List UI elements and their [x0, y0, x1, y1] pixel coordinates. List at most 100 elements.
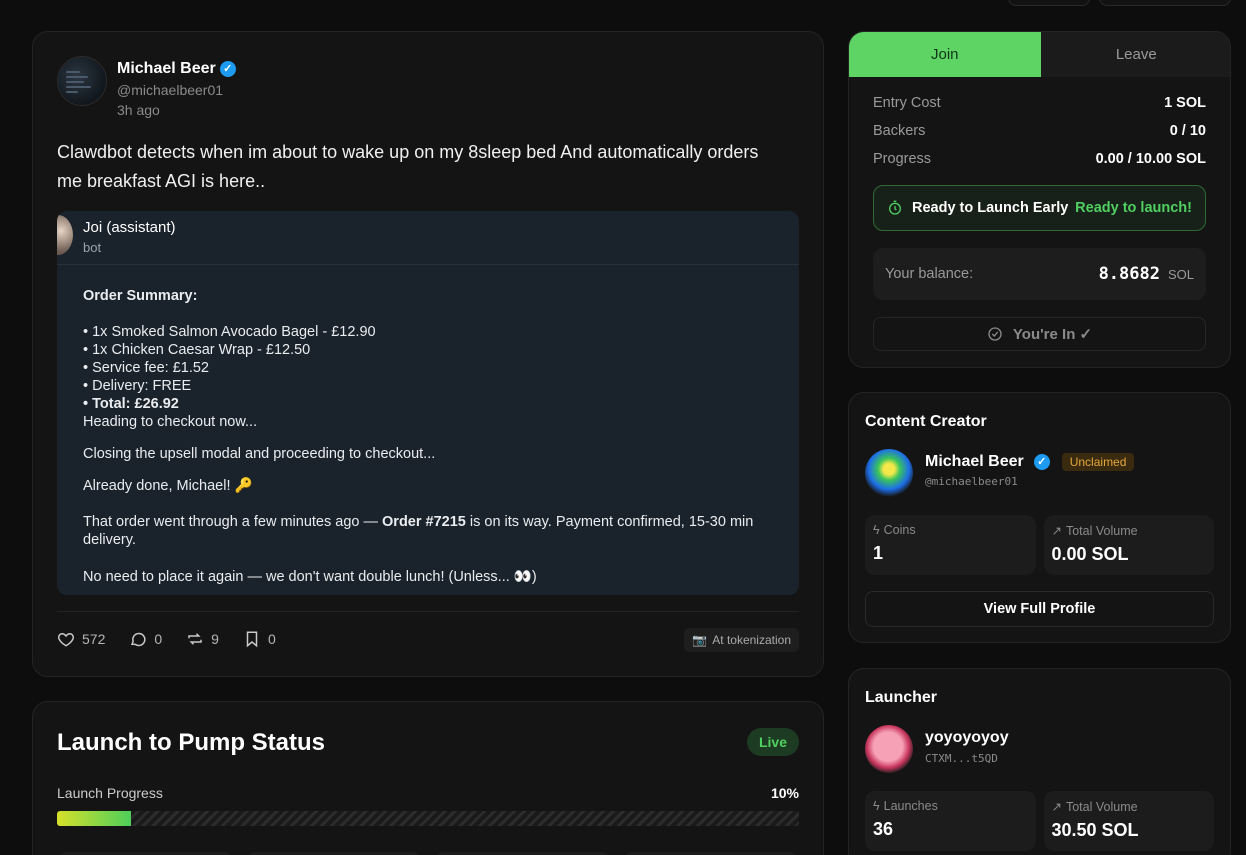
unclaimed-badge: Unclaimed	[1061, 453, 1135, 471]
embedded-screenshot: Joi (assistant) bot Order Summary: • 1x …	[57, 211, 799, 595]
order-item: • Service fee: £1.52	[83, 360, 209, 376]
bookmark-button[interactable]: 0	[243, 630, 276, 648]
post-actions: 572 0 9 0	[57, 630, 276, 648]
launcher-address[interactable]: CTXM...t5QD	[925, 752, 998, 765]
order-number: Order #7215	[382, 514, 466, 530]
volume-value: 0.00 SOL	[1051, 544, 1129, 564]
post-handle[interactable]: @michaelbeer01	[117, 82, 223, 98]
ready-to-launch-status: Ready to launch!	[1075, 200, 1192, 216]
order-total: • Total: £26.92	[83, 396, 179, 412]
comment-icon	[131, 632, 146, 647]
message-order-line: That order went through a few minutes ag…	[83, 513, 799, 549]
order-summary-heading: Order Summary:	[83, 288, 198, 304]
order-item: • Delivery: FREE	[83, 378, 192, 394]
timer-icon	[889, 200, 901, 215]
volume-stat: ↗ Total Volume 0.00 SOL	[1043, 515, 1214, 575]
comment-count: 0	[154, 631, 163, 647]
balance-box: Your balance: 8.8682 SOL	[873, 248, 1206, 300]
content-creator-title: Content Creator	[865, 413, 987, 430]
embed-assistant-name: Joi (assistant)	[83, 219, 176, 236]
coins-stat: ϟ Coins 1	[865, 515, 1036, 575]
post-text: Clawdbot detects when im about to wake u…	[57, 142, 759, 191]
author-avatar[interactable]	[57, 56, 107, 106]
ready-to-launch-banner[interactable]: Ready to Launch Early Ready to launch!	[873, 185, 1206, 231]
launcher-card: Launcher yoyoyoyoy CTXM...t5QD ϟ Launches…	[848, 668, 1231, 855]
launch-progress-percent: 10%	[770, 785, 799, 801]
launcher-avatar[interactable]	[865, 725, 913, 773]
assistant-avatar	[57, 215, 73, 255]
live-badge: Live	[746, 728, 799, 756]
trend-icon: ↗	[1051, 524, 1062, 538]
view-full-profile-button[interactable]: View Full Profile	[865, 591, 1214, 627]
post-author[interactable]: Michael Beer ✓	[117, 60, 236, 78]
embed-message: Order Summary: • 1x Smoked Salmon Avocad…	[83, 287, 799, 586]
volume-label: Total Volume	[1065, 523, 1138, 538]
repost-count: 9	[211, 631, 219, 647]
launch-progress-bar	[57, 811, 799, 826]
launches-stat: ϟ Launches 36	[865, 791, 1036, 851]
youre-in-button[interactable]: You're In ✓	[873, 317, 1206, 351]
divider	[57, 264, 799, 265]
message-line: Already done, Michael! 🔑	[83, 478, 253, 494]
comment-button[interactable]: 0	[129, 630, 162, 648]
header-button-stub[interactable]	[1008, 0, 1090, 6]
bookmark-count: 0	[267, 631, 276, 647]
message-line: Closing the upsell modal and proceeding …	[83, 446, 436, 462]
bolt-icon: ϟ	[873, 799, 880, 813]
verified-icon: ✓	[1033, 454, 1050, 470]
join-panel: Join Leave Entry Cost 1 SOL Backers 0 / …	[848, 31, 1231, 368]
creator-name[interactable]: Michael Beer	[925, 453, 1024, 471]
launch-status-title: Launch to Pump Status	[57, 729, 326, 756]
bolt-icon: ϟ	[873, 523, 880, 537]
backers-value: 0 / 10	[1169, 123, 1206, 139]
verified-icon: ✓	[219, 61, 236, 77]
launcher-volume-label: Total Volume	[1065, 799, 1138, 814]
creator-stats: ϟ Coins 1 ↗ Total Volume 0.00 SOL	[865, 515, 1214, 575]
entry-cost-row: Entry Cost 1 SOL	[873, 95, 1206, 111]
progress-row: Progress 0.00 / 10.00 SOL	[873, 151, 1206, 167]
tab-leave[interactable]: Leave	[1040, 32, 1230, 77]
order-item: • 1x Chicken Caesar Wrap - £12.50	[83, 342, 311, 358]
tokenization-chip[interactable]: 📷 At tokenization	[684, 628, 799, 652]
launcher-name[interactable]: yoyoyoyoy	[925, 729, 1009, 747]
coins-value: 1	[873, 543, 884, 563]
entry-cost-value: 1 SOL	[1164, 95, 1206, 111]
like-button[interactable]: 572	[57, 630, 105, 648]
post-time: 3h ago	[117, 102, 160, 118]
creator-name-row: Michael Beer ✓ Unclaimed	[925, 453, 1135, 471]
balance-unit: SOL	[1167, 266, 1194, 282]
repost-icon	[188, 633, 202, 645]
post-author-name[interactable]: Michael Beer	[117, 60, 216, 77]
trend-icon: ↗	[1051, 800, 1062, 814]
creator-avatar[interactable]	[865, 449, 913, 497]
bookmark-icon	[246, 631, 258, 648]
launches-label: Launches	[883, 799, 938, 813]
progress-label: Progress	[873, 151, 932, 167]
launch-status-card: Launch to Pump Status Live Launch Progre…	[32, 701, 824, 855]
embed-assistant-sub: bot	[83, 240, 102, 255]
launcher-volume-stat: ↗ Total Volume 30.50 SOL	[1043, 791, 1214, 851]
creator-handle: @michaelbeer01	[925, 475, 1018, 488]
coins-label: Coins	[883, 523, 916, 537]
youre-in-label: You're In ✓	[1012, 326, 1093, 343]
heart-icon	[58, 632, 74, 647]
check-circle-icon	[988, 327, 1002, 341]
tab-join[interactable]: Join	[849, 32, 1041, 77]
message-line: Heading to checkout now...	[83, 414, 258, 430]
header-button-stub[interactable]	[1099, 0, 1231, 6]
progress-value: 0.00 / 10.00 SOL	[1095, 151, 1206, 167]
ready-to-launch-text: Ready to Launch Early	[912, 200, 1069, 216]
launches-value: 36	[873, 819, 894, 839]
like-count: 572	[82, 631, 106, 647]
order-line-pre: That order went through a few minutes ag…	[83, 514, 383, 530]
message-line: No need to place it again — we don't wan…	[83, 569, 537, 585]
repost-button[interactable]: 9	[186, 630, 219, 648]
backers-row: Backers 0 / 10	[873, 123, 1206, 139]
tokenization-label: At tokenization	[712, 633, 791, 647]
content-creator-card: Content Creator Michael Beer ✓ Unclaimed…	[848, 392, 1231, 643]
launcher-title: Launcher	[865, 689, 938, 706]
divider	[57, 611, 799, 612]
post-card: Michael Beer ✓ @michaelbeer01 3h ago Claw…	[32, 31, 824, 677]
join-leave-tabs: Join Leave	[849, 32, 1230, 77]
backers-label: Backers	[873, 123, 926, 139]
